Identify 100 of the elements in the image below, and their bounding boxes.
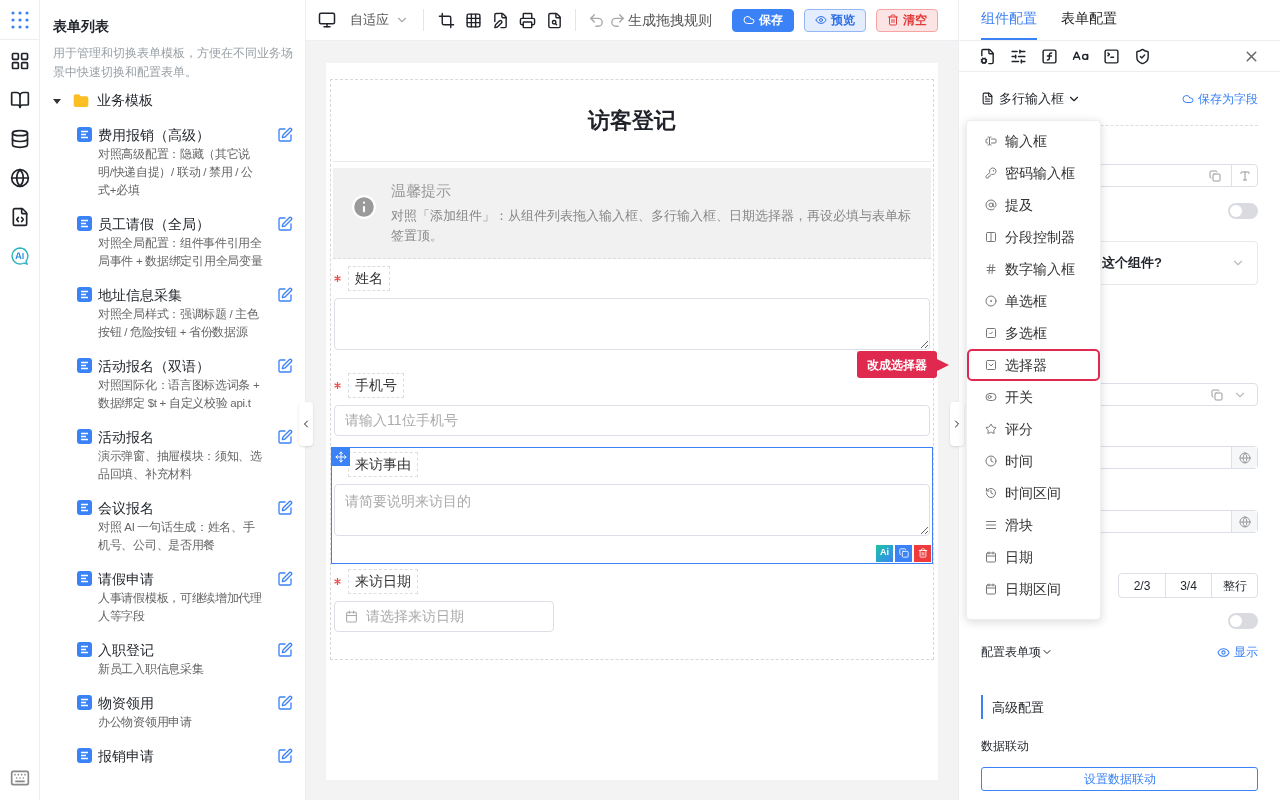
redo-icon[interactable] xyxy=(609,11,626,29)
toolbar-button[interactable]: 保存 xyxy=(732,8,794,32)
input-field[interactable]: 请输入11位手机号 xyxy=(334,404,930,436)
component-icon xyxy=(985,391,997,403)
component-icon xyxy=(985,359,997,371)
apps-grid-icon[interactable] xyxy=(9,9,30,30)
textarea-field[interactable] xyxy=(334,297,930,350)
menu-item[interactable]: 开关 xyxy=(969,381,1098,413)
menu-item[interactable]: 密码输入框 xyxy=(969,157,1098,189)
collapse-handle[interactable] xyxy=(299,402,313,446)
copy-button[interactable] xyxy=(895,544,912,562)
sliders-icon[interactable] xyxy=(1010,47,1027,65)
template-title[interactable]: 活动报名 xyxy=(98,427,263,447)
edit-icon[interactable] xyxy=(277,642,293,658)
menu-item[interactable]: 日期区间 xyxy=(969,573,1098,605)
toggle-switch[interactable] xyxy=(1228,613,1258,629)
toolbar-button[interactable]: 清空 xyxy=(876,8,938,32)
save-as-field-link[interactable]: 保存为字段 xyxy=(1198,89,1258,108)
menu-item[interactable]: 输入框 xyxy=(969,125,1098,157)
document-icon xyxy=(77,429,92,444)
print-icon[interactable] xyxy=(519,11,536,29)
cloud-icon xyxy=(1182,92,1194,105)
set-linkage-button[interactable]: 设置数据联动 xyxy=(981,767,1258,791)
folder-icon xyxy=(73,92,89,109)
keyboard-icon[interactable] xyxy=(9,768,30,788)
generate-rules-link[interactable]: 生成拖拽规则 xyxy=(628,9,712,31)
menu-item[interactable]: 选择器 xyxy=(967,349,1100,381)
menu-item[interactable]: 多选框 xyxy=(969,317,1098,349)
template-title[interactable]: 活动报名（双语） xyxy=(98,356,263,376)
caret-icon[interactable] xyxy=(53,96,61,105)
template-description: 办公物资领用申请 xyxy=(98,715,193,730)
template-title[interactable]: 物资领用 xyxy=(98,693,263,713)
copy-icon[interactable] xyxy=(1211,388,1223,401)
menu-item[interactable]: 日期 xyxy=(969,541,1098,573)
template-title[interactable]: 地址信息采集 xyxy=(98,285,263,305)
menu-item[interactable]: 时间区间 xyxy=(969,477,1098,509)
edit-icon[interactable] xyxy=(277,748,293,764)
show-link[interactable]: 显示 xyxy=(1234,643,1258,661)
document-icon xyxy=(77,748,92,763)
book-icon[interactable] xyxy=(9,90,30,110)
eye-icon xyxy=(1217,645,1230,659)
template-title[interactable]: 入职登记 xyxy=(98,640,263,660)
menu-item[interactable]: 时间 xyxy=(969,445,1098,477)
edit-icon[interactable] xyxy=(277,500,293,516)
edit-icon[interactable] xyxy=(277,695,293,711)
edit-icon[interactable] xyxy=(277,571,293,587)
text-icon[interactable] xyxy=(1238,169,1251,182)
menu-item[interactable]: 提及 xyxy=(969,189,1098,221)
menu-item[interactable]: 单选框 xyxy=(969,285,1098,317)
terminal-icon[interactable] xyxy=(1103,47,1120,65)
config-items-dropdown[interactable]: 配置表单项 xyxy=(981,643,1041,661)
info-icon xyxy=(351,194,377,220)
shield-icon[interactable] xyxy=(1134,47,1151,65)
edit-icon[interactable] xyxy=(277,216,293,232)
panel-tab[interactable]: 组件配置 xyxy=(981,8,1037,40)
undo-icon[interactable] xyxy=(588,11,605,29)
template-title[interactable]: 报销申请 xyxy=(98,746,263,766)
menu-item[interactable]: 滑块 xyxy=(969,509,1098,541)
panel-tab[interactable]: 表单配置 xyxy=(1061,8,1117,40)
collapse-handle[interactable] xyxy=(950,402,964,446)
template-title[interactable]: 请假申请 xyxy=(98,569,263,589)
component-type-select[interactable]: 多行输入框 xyxy=(999,88,1064,109)
component-type-icon xyxy=(981,92,994,105)
toolbar-button[interactable]: 预览 xyxy=(804,8,866,32)
template-title[interactable]: 会议报名 xyxy=(98,498,263,518)
edit-icon[interactable] xyxy=(277,429,293,445)
device-icon[interactable] xyxy=(318,11,336,29)
device-select[interactable]: 自适应 xyxy=(350,10,389,30)
form-settings-icon[interactable] xyxy=(979,47,996,65)
database-icon[interactable] xyxy=(9,129,30,149)
width-option[interactable]: 2/3 xyxy=(1119,574,1165,597)
folder-label[interactable]: 业务模板 xyxy=(97,90,153,111)
textarea-field[interactable]: 请简要说明来访目的 xyxy=(334,483,930,536)
move-handle[interactable] xyxy=(332,447,350,466)
file-edit-icon[interactable] xyxy=(492,11,509,29)
file-search-icon[interactable] xyxy=(546,11,563,29)
copy-icon[interactable] xyxy=(1209,169,1221,182)
ai-chat-icon[interactable] xyxy=(9,246,30,266)
component-icon xyxy=(985,295,997,307)
components-icon[interactable] xyxy=(9,51,30,71)
grid-icon[interactable] xyxy=(465,11,482,29)
globe-icon[interactable] xyxy=(9,168,30,188)
menu-item[interactable]: 评分 xyxy=(969,413,1098,445)
width-option[interactable]: 3/4 xyxy=(1165,574,1211,597)
edit-icon[interactable] xyxy=(277,287,293,303)
calendar-icon xyxy=(345,609,358,623)
function-icon[interactable] xyxy=(1041,47,1058,65)
template-title[interactable]: 员工请假（全局） xyxy=(98,214,263,234)
edit-icon[interactable] xyxy=(277,358,293,374)
field-label: 数据联动 xyxy=(981,738,1030,755)
template-title[interactable]: 费用报销（高级） xyxy=(98,125,263,145)
edit-icon[interactable] xyxy=(277,127,293,143)
toggle-switch[interactable] xyxy=(1228,203,1258,219)
sidebar-description: 用于管理和切换表单模板，方便在不同业务场景中快速切换和配置表单。 xyxy=(53,45,293,81)
template-description: 对照全局配置：组件事件引用全局事件 + 数据绑定引用全局变量 xyxy=(98,236,263,269)
crop-icon[interactable] xyxy=(438,11,455,29)
template-description: 对照全局样式：强调标题 / 主色按钮 / 危险按钮 + 省份数据源 xyxy=(98,307,260,340)
delete-button[interactable] xyxy=(914,544,931,562)
width-option[interactable]: 整行 xyxy=(1211,574,1257,597)
template-description: 人事请假模板，可继续增加代理人等字段 xyxy=(98,591,263,624)
